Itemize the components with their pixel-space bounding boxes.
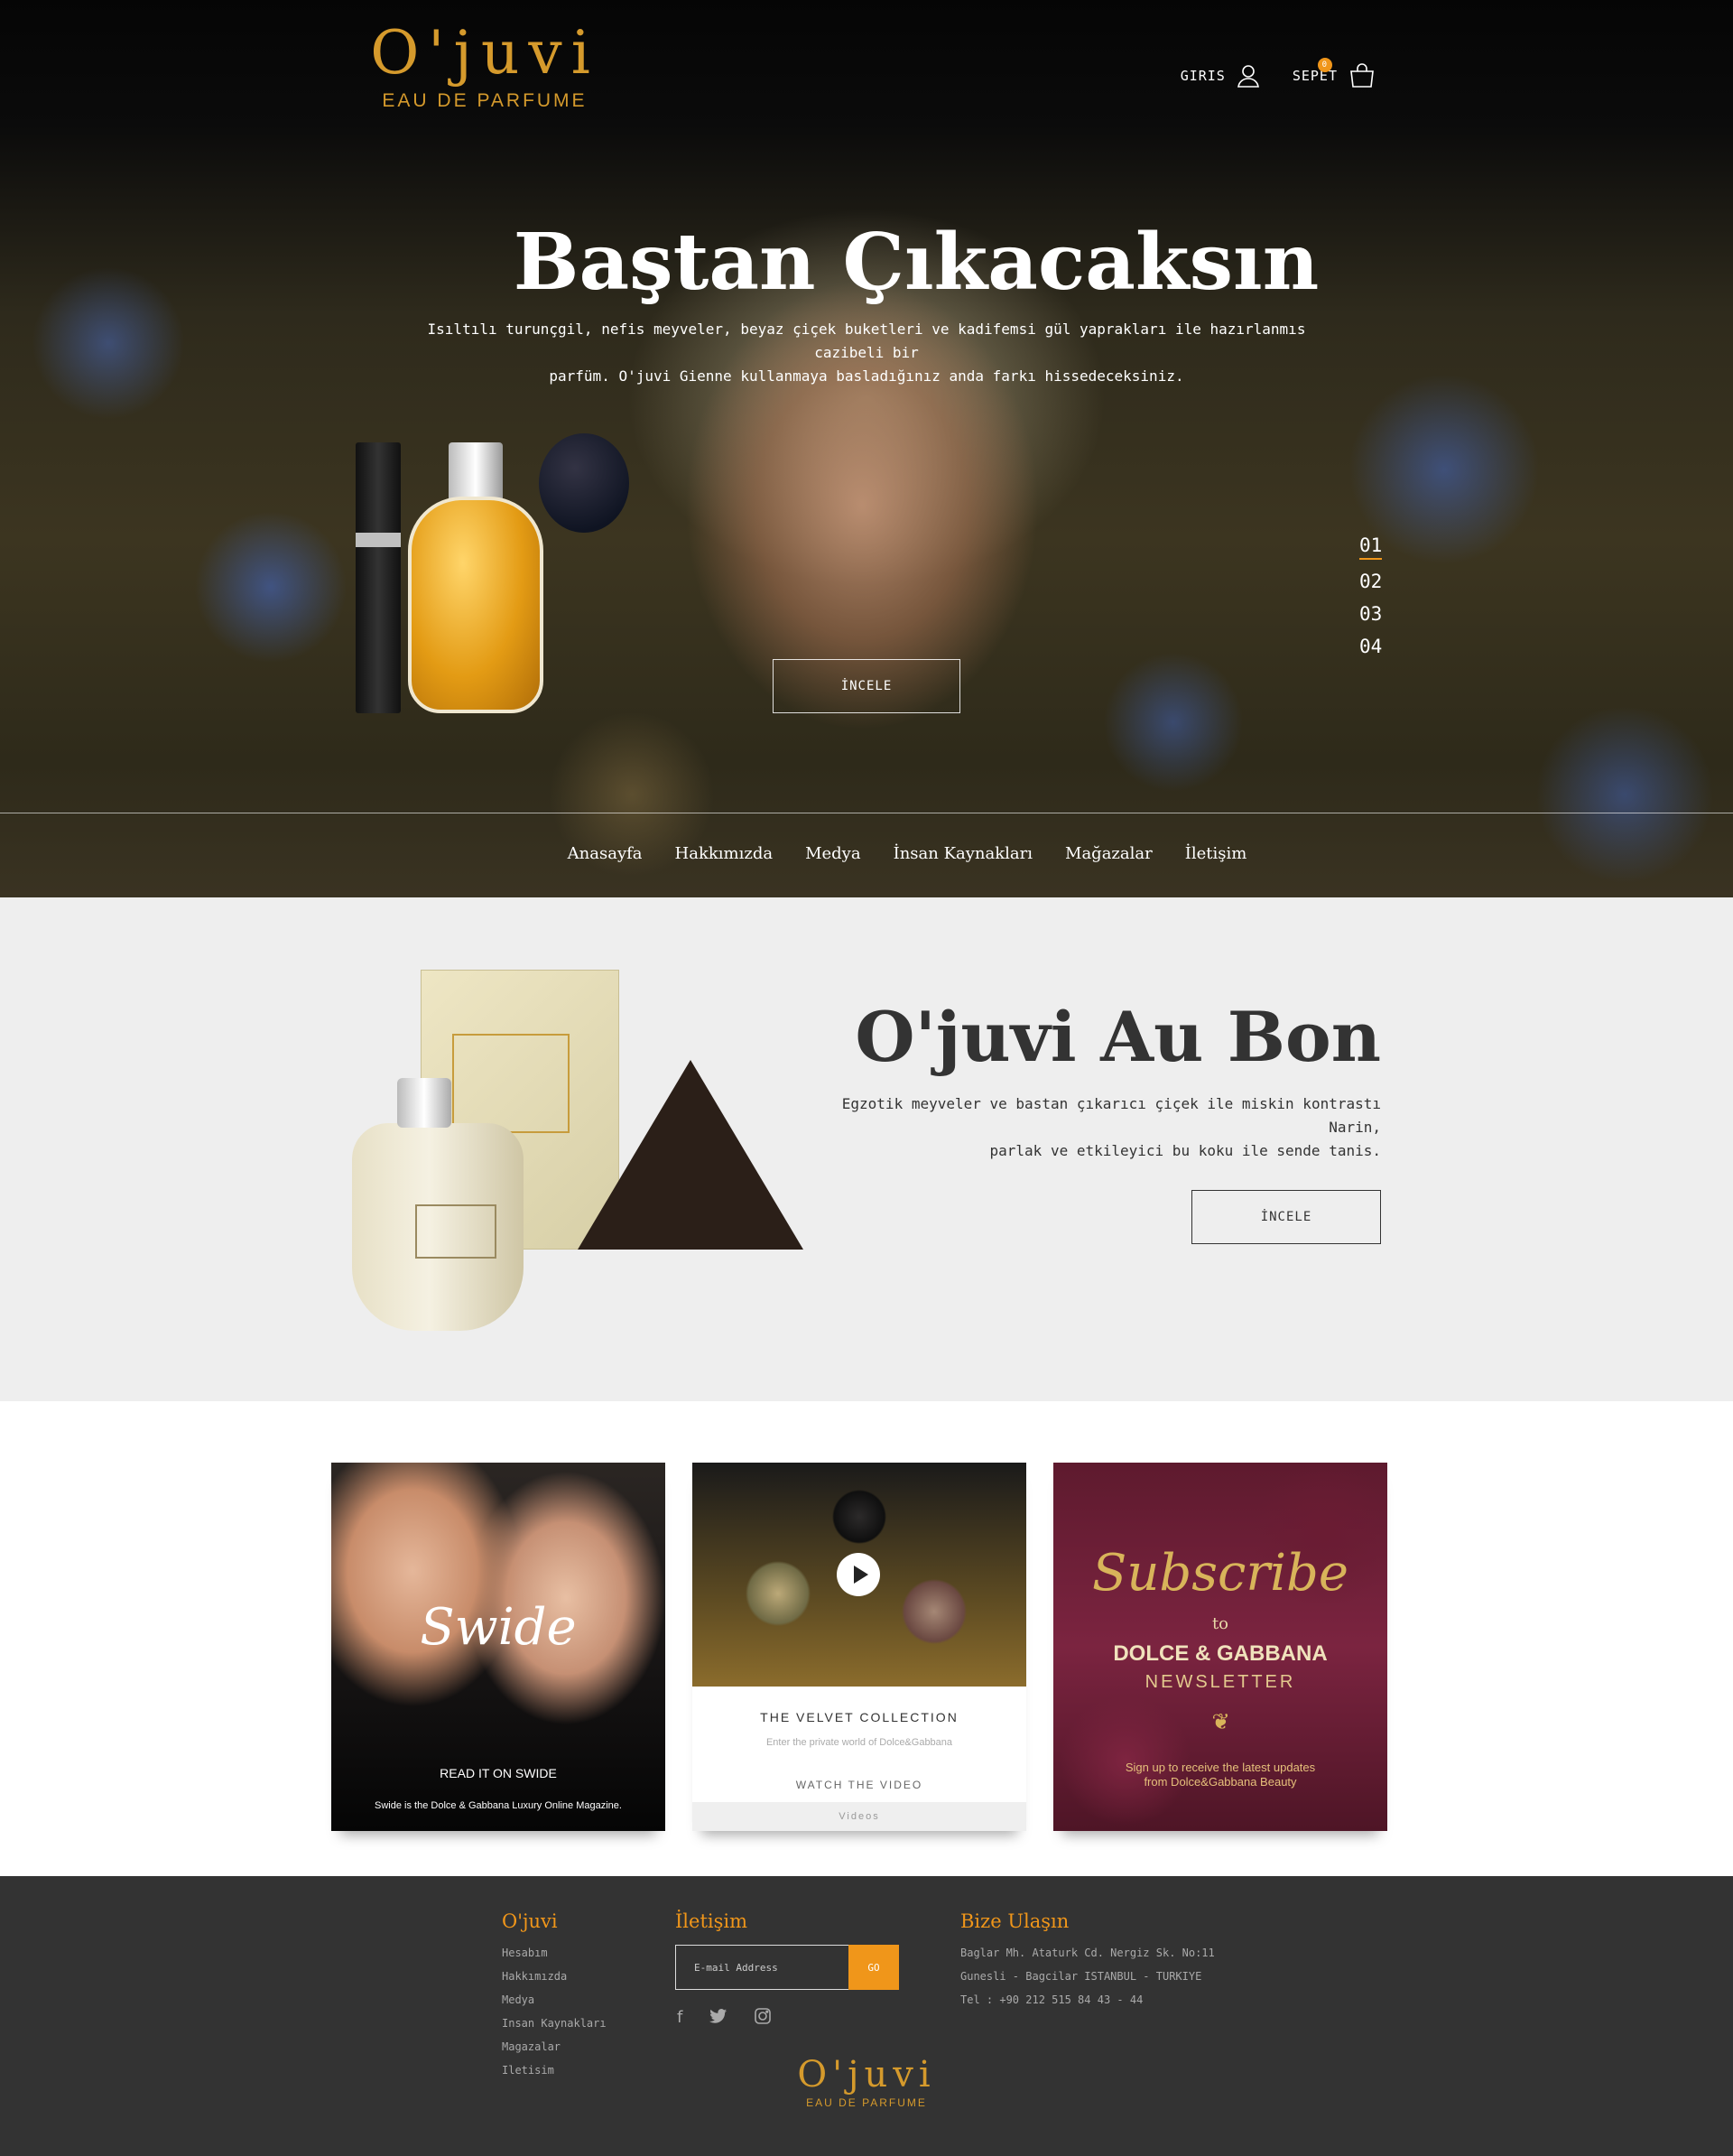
twitter-icon[interactable] <box>709 2008 727 2029</box>
login-link[interactable]: GIRIS <box>1181 64 1260 88</box>
footer-contact-column: İletişim GO f <box>675 1910 899 2029</box>
product-incele-button[interactable]: İNCELE <box>1191 1190 1381 1244</box>
shopping-bag-icon <box>1350 63 1374 88</box>
swide-description: Swide is the Dolce & Gabbana Luxury Onli… <box>375 1800 622 1811</box>
nav-item-insan-kaynaklari[interactable]: İnsan Kaynakları <box>894 844 1033 863</box>
footer-logo[interactable]: O'juvi EAU DE PARFUME <box>785 2057 948 2109</box>
footer-link-hakkimizda[interactable]: Hakkımızda <box>502 1965 607 1988</box>
cart-link[interactable]: SEPET 0 <box>1292 58 1376 88</box>
ornament-icon: ❦ <box>1211 1705 1229 1736</box>
logo-wordmark: O'juvi <box>370 18 599 88</box>
promo-cards: Swide READ IT ON SWIDE Swide is the Dolc… <box>0 1401 1733 1876</box>
swide-read-link[interactable]: READ IT ON SWIDE <box>331 1766 665 1780</box>
login-label: GIRIS <box>1180 68 1226 84</box>
velvet-subtitle: Enter the private world of Dolce&Gabbana <box>765 1737 953 1748</box>
product-title: O'juvi Au Bon <box>855 997 1381 1077</box>
velvet-video-thumbnail[interactable] <box>692 1463 1026 1687</box>
footer-link-iletisim[interactable]: Iletisim <box>502 2058 607 2082</box>
product-description-line1: Egzotik meyveler ve bastan çıkarıcı çiçe… <box>841 1095 1381 1136</box>
footer-links-column: O'juvi Hesabım Hakkımızda Medya Insan Ka… <box>502 1910 607 2082</box>
footer-logo-subtitle: EAU DE PARFUME <box>806 2096 927 2109</box>
hero-description-line1: Isıltılı turunçgil, nefis meyveler, beya… <box>427 321 1306 361</box>
slide-pagination: 01 02 03 04 <box>1359 534 1383 657</box>
hero-description: Isıltılı turunçgil, nefis meyveler, beya… <box>397 318 1336 388</box>
social-links: f <box>677 2008 899 2029</box>
hero-section: O'juvi EAU DE PARFUME GIRIS SEPET 0 Başt… <box>0 0 1733 897</box>
slide-01[interactable]: 01 <box>1359 534 1383 560</box>
swide-logo: Swide <box>420 1598 577 1657</box>
footer-address-column: Bize Ulaşın Baglar Mh. Ataturk Cd. Nergi… <box>960 1910 1215 2012</box>
brand-logo[interactable]: O'juvi EAU DE PARFUME <box>354 23 616 112</box>
cart-count-badge: 0 <box>1317 58 1332 72</box>
subscribe-to: to <box>1211 1614 1229 1633</box>
swide-card[interactable]: Swide READ IT ON SWIDE Swide is the Dolc… <box>331 1463 665 1831</box>
velvet-collection-card[interactable]: THE VELVET COLLECTION Enter the private … <box>692 1463 1026 1831</box>
nav-item-iletisim[interactable]: İletişim <box>1185 844 1247 863</box>
velvet-title: THE VELVET COLLECTION <box>760 1710 959 1724</box>
footer: O'juvi Hesabım Hakkımızda Medya Insan Ka… <box>0 1876 1733 2156</box>
address-line1: Baglar Mh. Ataturk Cd. Nergiz Sk. No:11 <box>960 1947 1215 1959</box>
footer-col3-title: Bize Ulaşın <box>960 1910 1070 1932</box>
perfume-bottle-image <box>354 397 643 731</box>
newsletter-label: NEWSLETTER <box>1145 1672 1296 1692</box>
cart-label: SEPET <box>1292 68 1338 84</box>
nav-item-hakkimizda[interactable]: Hakkımızda <box>675 844 774 863</box>
nav-item-medya[interactable]: Medya <box>805 844 861 863</box>
footer-logo-wordmark: O'juvi <box>797 2054 936 2096</box>
product-section: O'juvi Au Bon Egzotik meyveler ve bastan… <box>0 897 1733 1401</box>
newsletter-card[interactable]: Subscribe to DOLCE & GABBANA NEWSLETTER … <box>1053 1463 1387 1831</box>
product-image <box>334 970 803 1349</box>
play-icon[interactable] <box>837 1553 880 1596</box>
watch-video-link[interactable]: WATCH THE VIDEO <box>692 1779 1026 1791</box>
footer-link-magazalar[interactable]: Magazalar <box>502 2035 607 2058</box>
phone-number: Tel : +90 212 515 84 43 - 44 <box>960 1993 1144 2006</box>
hero-description-line2: parfüm. O'juvi Gienne kullanmaya basladı… <box>549 367 1184 385</box>
go-button[interactable]: GO <box>848 1945 899 1990</box>
main-nav: Anasayfa Hakkımızda Medya İnsan Kaynakla… <box>0 844 1733 863</box>
address-line2: Gunesli - Bagcilar ISTANBUL - TURKIYE <box>960 1970 1202 1983</box>
slide-02[interactable]: 02 <box>1359 571 1382 592</box>
signup-text: Sign up to receive the latest updates fr… <box>1125 1761 1316 1789</box>
top-nav: GIRIS SEPET 0 <box>1181 58 1376 88</box>
email-input[interactable] <box>675 1945 848 1990</box>
hero-title: Baştan Çıkacaksın <box>513 217 1320 308</box>
slide-03[interactable]: 03 <box>1359 603 1382 625</box>
footer-link-hesabim[interactable]: Hesabım <box>502 1941 607 1965</box>
subscribe-heading: Subscribe <box>1091 1544 1349 1603</box>
videos-tab[interactable]: Videos <box>692 1802 1026 1831</box>
facebook-icon[interactable]: f <box>677 2008 682 2029</box>
logo-subtitle: EAU DE PARFUME <box>382 90 588 111</box>
hero-incele-button[interactable]: İNCELE <box>773 659 960 713</box>
fragrance-notes-pyramid <box>578 1060 803 1250</box>
nav-item-anasayfa[interactable]: Anasayfa <box>568 844 643 863</box>
footer-col1-title: O'juvi <box>502 1910 558 1932</box>
user-icon <box>1237 65 1259 88</box>
newsletter-form: GO <box>675 1945 899 1990</box>
product-description-line2: parlak ve etkileyici bu koku ile sende t… <box>989 1142 1381 1159</box>
product-description: Egzotik meyveler ve bastan çıkarıcı çiçe… <box>803 1092 1381 1163</box>
footer-link-insan-kaynaklari[interactable]: Insan Kaynakları <box>502 2012 607 2035</box>
instagram-icon[interactable] <box>755 2008 772 2029</box>
brand-name: DOLCE & GABBANA <box>1113 1641 1328 1666</box>
nav-item-magazalar[interactable]: Mağazalar <box>1065 844 1153 863</box>
slide-04[interactable]: 04 <box>1359 636 1382 657</box>
footer-col2-title: İletişim <box>675 1910 748 1932</box>
footer-link-medya[interactable]: Medya <box>502 1988 607 2012</box>
